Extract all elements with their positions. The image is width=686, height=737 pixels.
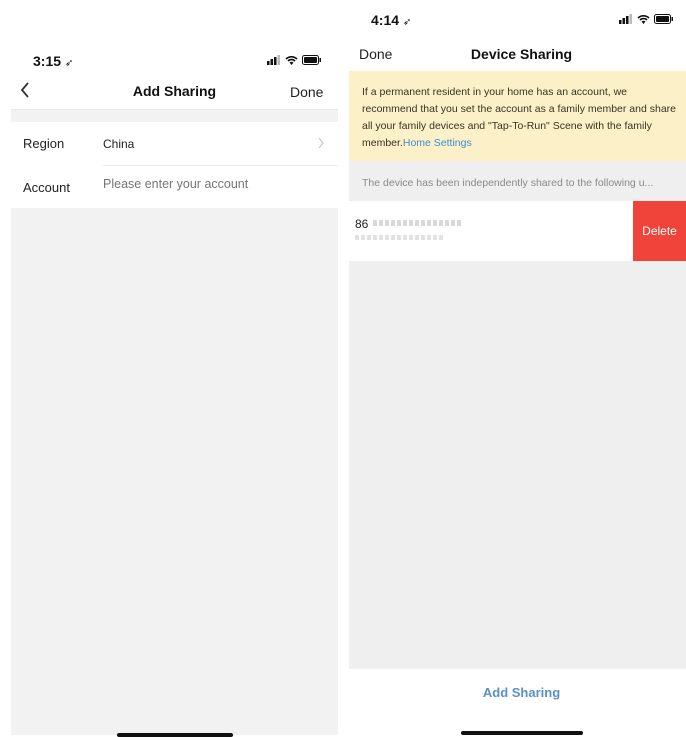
shared-list-header: The device has been independently shared… [349, 161, 686, 201]
account-input[interactable] [103, 177, 323, 191]
shared-user-row[interactable]: 86 Delete [349, 201, 686, 261]
signal-icon [267, 55, 280, 65]
wifi-icon [285, 56, 298, 65]
home-settings-link[interactable]: Home Settings [403, 137, 472, 149]
delete-button[interactable]: Delete [633, 201, 686, 261]
home-indicator [461, 731, 583, 735]
account-row: Account [11, 166, 338, 208]
status-icons [267, 55, 322, 65]
status-icons [619, 14, 674, 24]
region-label: Region [23, 136, 65, 151]
info-banner: If a permanent resident in your home has… [349, 71, 686, 161]
redacted-account-number [373, 220, 461, 226]
status-time-text: 3:15 [33, 53, 62, 69]
device-sharing-screen: 4:14 ➶ Done Device Sharing If a permanen… [349, 0, 686, 735]
account-label: Account [23, 180, 70, 195]
home-indicator [117, 733, 233, 737]
section-spacer [11, 110, 338, 122]
empty-content-area [349, 261, 686, 669]
battery-icon [654, 14, 673, 24]
status-time: 3:15 ➶ [33, 53, 73, 69]
status-time-text: 4:14 [371, 12, 400, 28]
redacted-account-name [355, 235, 445, 240]
add-sharing-screen: 3:15 ➶ Add Sharing Done Region China Acc… [11, 44, 338, 737]
add-sharing-button[interactable]: Add Sharing [349, 685, 686, 700]
battery-icon [302, 55, 321, 65]
region-value: China [103, 137, 135, 151]
status-time: 4:14 ➶ [371, 12, 411, 28]
shared-header-text: The device has been independently shared… [362, 177, 654, 189]
location-arrow-icon: ➶ [64, 58, 74, 69]
wifi-icon [637, 15, 650, 24]
region-row[interactable]: Region China [11, 122, 338, 166]
banner-text: If a permanent resident in your home has… [362, 84, 680, 152]
shared-user-account: 86 [355, 217, 368, 231]
chevron-right-icon [318, 137, 324, 149]
page-title: Add Sharing [132, 83, 217, 99]
page-title: Device Sharing [470, 46, 573, 62]
location-arrow-icon: ➶ [402, 17, 412, 28]
signal-icon [619, 14, 632, 24]
empty-content-area [11, 208, 338, 735]
shared-user-prefix: 86 [355, 217, 369, 231]
done-button[interactable]: Done [290, 84, 323, 100]
